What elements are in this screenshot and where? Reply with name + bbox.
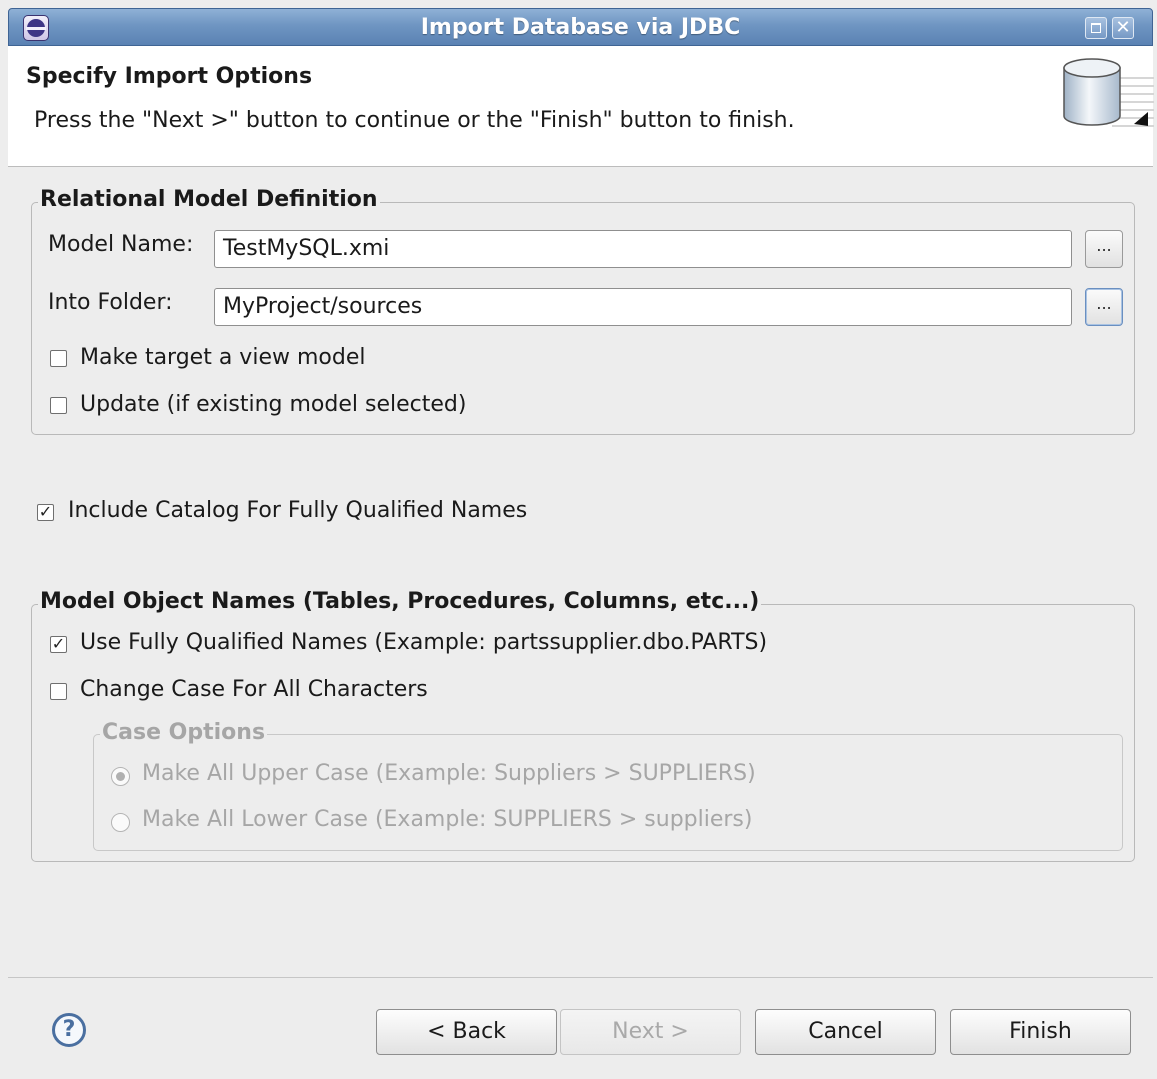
view-model-checkbox[interactable]	[50, 350, 67, 367]
cancel-button[interactable]: Cancel	[755, 1009, 936, 1055]
maximize-button[interactable]	[1085, 17, 1107, 39]
change-case-checkbox[interactable]	[50, 683, 67, 700]
wizard-header: Specify Import Options Press the "Next >…	[8, 46, 1154, 167]
into-folder-input[interactable]: MyProject/sources	[214, 288, 1072, 326]
help-icon[interactable]: ?	[52, 1013, 86, 1047]
finish-button[interactable]: Finish	[950, 1009, 1131, 1055]
back-button[interactable]: < Back	[376, 1009, 557, 1055]
close-button[interactable]: ✕	[1112, 17, 1134, 39]
database-icon	[1063, 58, 1154, 127]
case-options-group	[93, 734, 1123, 851]
window-titlebar[interactable]: Import Database via JDBC ✕	[8, 8, 1153, 46]
relational-model-legend: Relational Model Definition	[38, 187, 380, 212]
upper-case-radio[interactable]	[111, 767, 130, 786]
update-label[interactable]: Update (if existing model selected)	[80, 392, 466, 417]
include-catalog-label[interactable]: Include Catalog For Fully Qualified Name…	[68, 498, 527, 523]
view-model-label[interactable]: Make target a view model	[80, 345, 365, 370]
into-folder-label: Into Folder:	[48, 290, 173, 315]
upper-case-label[interactable]: Make All Upper Case (Example: Suppliers …	[142, 761, 756, 786]
case-options-legend: Case Options	[100, 720, 268, 745]
object-names-legend: Model Object Names (Tables, Procedures, …	[38, 589, 762, 614]
fully-qualified-checkbox[interactable]: ✓	[50, 636, 67, 653]
fully-qualified-label[interactable]: Use Fully Qualified Names (Example: part…	[80, 630, 767, 655]
model-name-label: Model Name:	[48, 232, 194, 257]
update-checkbox[interactable]	[50, 397, 67, 414]
page-title: Specify Import Options	[26, 64, 313, 89]
window-title: Import Database via JDBC	[420, 15, 741, 40]
lower-case-label[interactable]: Make All Lower Case (Example: SUPPLIERS …	[142, 807, 752, 832]
into-folder-browse-button[interactable]: ...	[1085, 288, 1123, 326]
model-name-input[interactable]: TestMySQL.xmi	[214, 230, 1072, 268]
lower-case-radio[interactable]	[111, 813, 130, 832]
footer-separator	[8, 977, 1153, 978]
page-description: Press the "Next >" button to continue or…	[34, 108, 795, 133]
next-button[interactable]: Next >	[560, 1009, 741, 1055]
model-name-browse-button[interactable]: ...	[1085, 230, 1123, 268]
change-case-label[interactable]: Change Case For All Characters	[80, 677, 428, 702]
include-catalog-checkbox[interactable]: ✓	[37, 504, 54, 521]
